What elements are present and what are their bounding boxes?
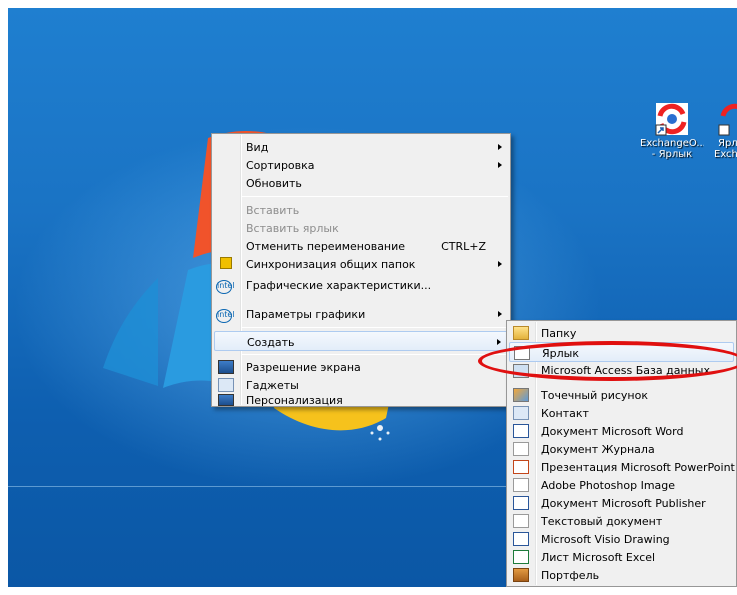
submenu-item-contact[interactable]: Контакт	[509, 403, 734, 423]
journal-icon	[513, 442, 529, 456]
submenu-item-label: Ярлык	[542, 347, 579, 360]
menu-item-label: Вставить	[246, 204, 300, 217]
submenu-item-powerpoint[interactable]: Презентация Microsoft PowerPoint	[509, 457, 735, 477]
submenu-item-label: Контакт	[541, 407, 589, 420]
bitmap-icon	[513, 388, 529, 402]
access-icon	[513, 364, 529, 378]
menu-item-graphics-properties[interactable]: intel Графические характеристики...	[214, 275, 508, 295]
menu-item-gadgets[interactable]: Гаджеты	[214, 375, 508, 395]
submenu-item-label: Adobe Photoshop Image	[541, 479, 676, 492]
gadgets-icon	[218, 378, 234, 392]
menu-item-undo-rename[interactable]: Отменить переименование CTRL+Z	[214, 236, 508, 256]
menu-item-label: Разрешение экрана	[246, 361, 361, 374]
powerpoint-icon	[513, 460, 529, 474]
menu-item-personalization[interactable]: Персонализация	[214, 393, 508, 407]
submenu-item-label: Точечный рисунок	[541, 389, 648, 402]
menu-item-shortcut: CTRL+Z	[441, 240, 486, 253]
folder-icon	[513, 326, 529, 340]
menu-item-label: Графические характеристики...	[246, 279, 432, 292]
menu-item-label: Сортировка	[246, 159, 315, 172]
submenu-item-journal[interactable]: Документ Журнала	[509, 439, 734, 459]
monitor-icon	[218, 360, 234, 374]
submenu-item-access-db[interactable]: Microsoft Access База данных	[509, 364, 734, 380]
menu-item-screen-resolution[interactable]: Разрешение экрана	[214, 357, 508, 377]
submenu-item-label: Документ Microsoft Publisher	[541, 497, 706, 510]
desktop-icon-exchange-shortcut[interactable]: ExchangeO... - Ярлык	[640, 102, 704, 160]
submenu-item-label: Текстовый документ	[541, 515, 663, 528]
submenu-item-folder[interactable]: Папку	[509, 323, 734, 343]
visio-icon	[513, 532, 529, 546]
desktop-icon-label-line1: Ярл	[718, 138, 737, 149]
submenu-item-visio[interactable]: Microsoft Visio Drawing	[509, 529, 734, 549]
screenshot-frame: ExchangeO... - Ярлык Ярл Exch Вид Сортир…	[0, 0, 737, 595]
submenu-item-label: Microsoft Visio Drawing	[541, 533, 670, 546]
submenu-item-label: Microsoft Access База данных	[541, 364, 711, 377]
submenu-item-shortcut[interactable]: Ярлык	[509, 342, 734, 362]
menu-item-label: Синхронизация общих папок	[246, 258, 416, 271]
desktop-icon-exchange-shortcut-2[interactable]: Ярл Exch	[704, 102, 737, 160]
menu-item-label: Персонализация	[246, 394, 343, 407]
photoshop-icon	[513, 478, 529, 492]
submenu-item-label: Презентация Microsoft PowerPoint	[541, 461, 735, 474]
submenu-item-publisher[interactable]: Документ Microsoft Publisher	[509, 493, 734, 513]
menu-item-label: Создать	[247, 336, 295, 349]
submenu-item-briefcase[interactable]: Портфель	[509, 565, 734, 585]
desktop[interactable]: ExchangeO... - Ярлык Ярл Exch Вид Сортир…	[8, 8, 737, 587]
submenu-item-label: Документ Журнала	[541, 443, 655, 456]
sync-icon	[220, 257, 232, 269]
exchange-icon	[655, 102, 689, 136]
submenu-arrow-icon	[498, 144, 502, 150]
menu-item-label: Вид	[246, 141, 269, 154]
desktop-icon-label-line2: Exch	[714, 149, 737, 160]
desktop-context-menu: Вид Сортировка Обновить Вставить Вставит…	[211, 133, 511, 407]
submenu-item-word[interactable]: Документ Microsoft Word	[509, 421, 734, 441]
submenu-item-label: Папку	[541, 327, 577, 340]
submenu-item-text-document[interactable]: Текстовый документ	[509, 511, 734, 531]
menu-separator	[242, 354, 508, 355]
menu-item-graphics-options[interactable]: intel Параметры графики	[214, 304, 508, 324]
submenu-arrow-icon	[498, 311, 502, 317]
menu-item-label: Вставить ярлык	[246, 222, 339, 235]
menu-item-paste[interactable]: Вставить	[214, 200, 508, 220]
desktop-icon-label-line2: - Ярлык	[651, 149, 693, 160]
menu-item-paste-shortcut[interactable]: Вставить ярлык	[214, 218, 508, 238]
submenu-arrow-icon	[498, 261, 502, 267]
submenu-item-label: Документ Microsoft Word	[541, 425, 684, 438]
personalization-icon	[218, 394, 234, 406]
intel-icon: intel	[216, 309, 235, 323]
submenu-item-label: Лист Microsoft Excel	[541, 551, 656, 564]
menu-item-sync-shared-folders[interactable]: Синхронизация общих папок	[214, 254, 508, 274]
submenu-item-excel[interactable]: Лист Microsoft Excel	[509, 547, 734, 567]
desktop-icon-label-line1: ExchangeO...	[640, 138, 704, 149]
text-document-icon	[513, 514, 529, 528]
briefcase-icon	[513, 568, 529, 582]
menu-item-view[interactable]: Вид	[214, 137, 508, 157]
intel-icon: intel	[216, 280, 235, 294]
contact-icon	[513, 406, 529, 420]
menu-item-sort[interactable]: Сортировка	[214, 155, 508, 175]
menu-item-label: Обновить	[246, 177, 302, 190]
word-icon	[513, 424, 529, 438]
excel-icon	[513, 550, 529, 564]
submenu-arrow-icon	[498, 162, 502, 168]
menu-item-label: Гаджеты	[246, 379, 299, 392]
menu-separator	[242, 327, 508, 328]
submenu-item-label: Портфель	[541, 569, 600, 582]
menu-item-label: Отменить переименование	[246, 240, 406, 253]
submenu-item-photoshop[interactable]: Adobe Photoshop Image	[509, 475, 734, 495]
menu-item-label: Параметры графики	[246, 308, 366, 321]
exchange-icon	[718, 102, 737, 136]
publisher-icon	[513, 496, 529, 510]
menu-item-refresh[interactable]: Обновить	[214, 173, 508, 193]
menu-item-new[interactable]: Создать	[214, 331, 508, 351]
menu-separator	[242, 196, 508, 197]
new-submenu: Папку Ярлык Microsoft Access База данных…	[506, 320, 737, 587]
submenu-item-bitmap[interactable]: Точечный рисунок	[509, 385, 734, 405]
submenu-arrow-icon	[497, 339, 501, 345]
shortcut-icon	[514, 346, 530, 360]
